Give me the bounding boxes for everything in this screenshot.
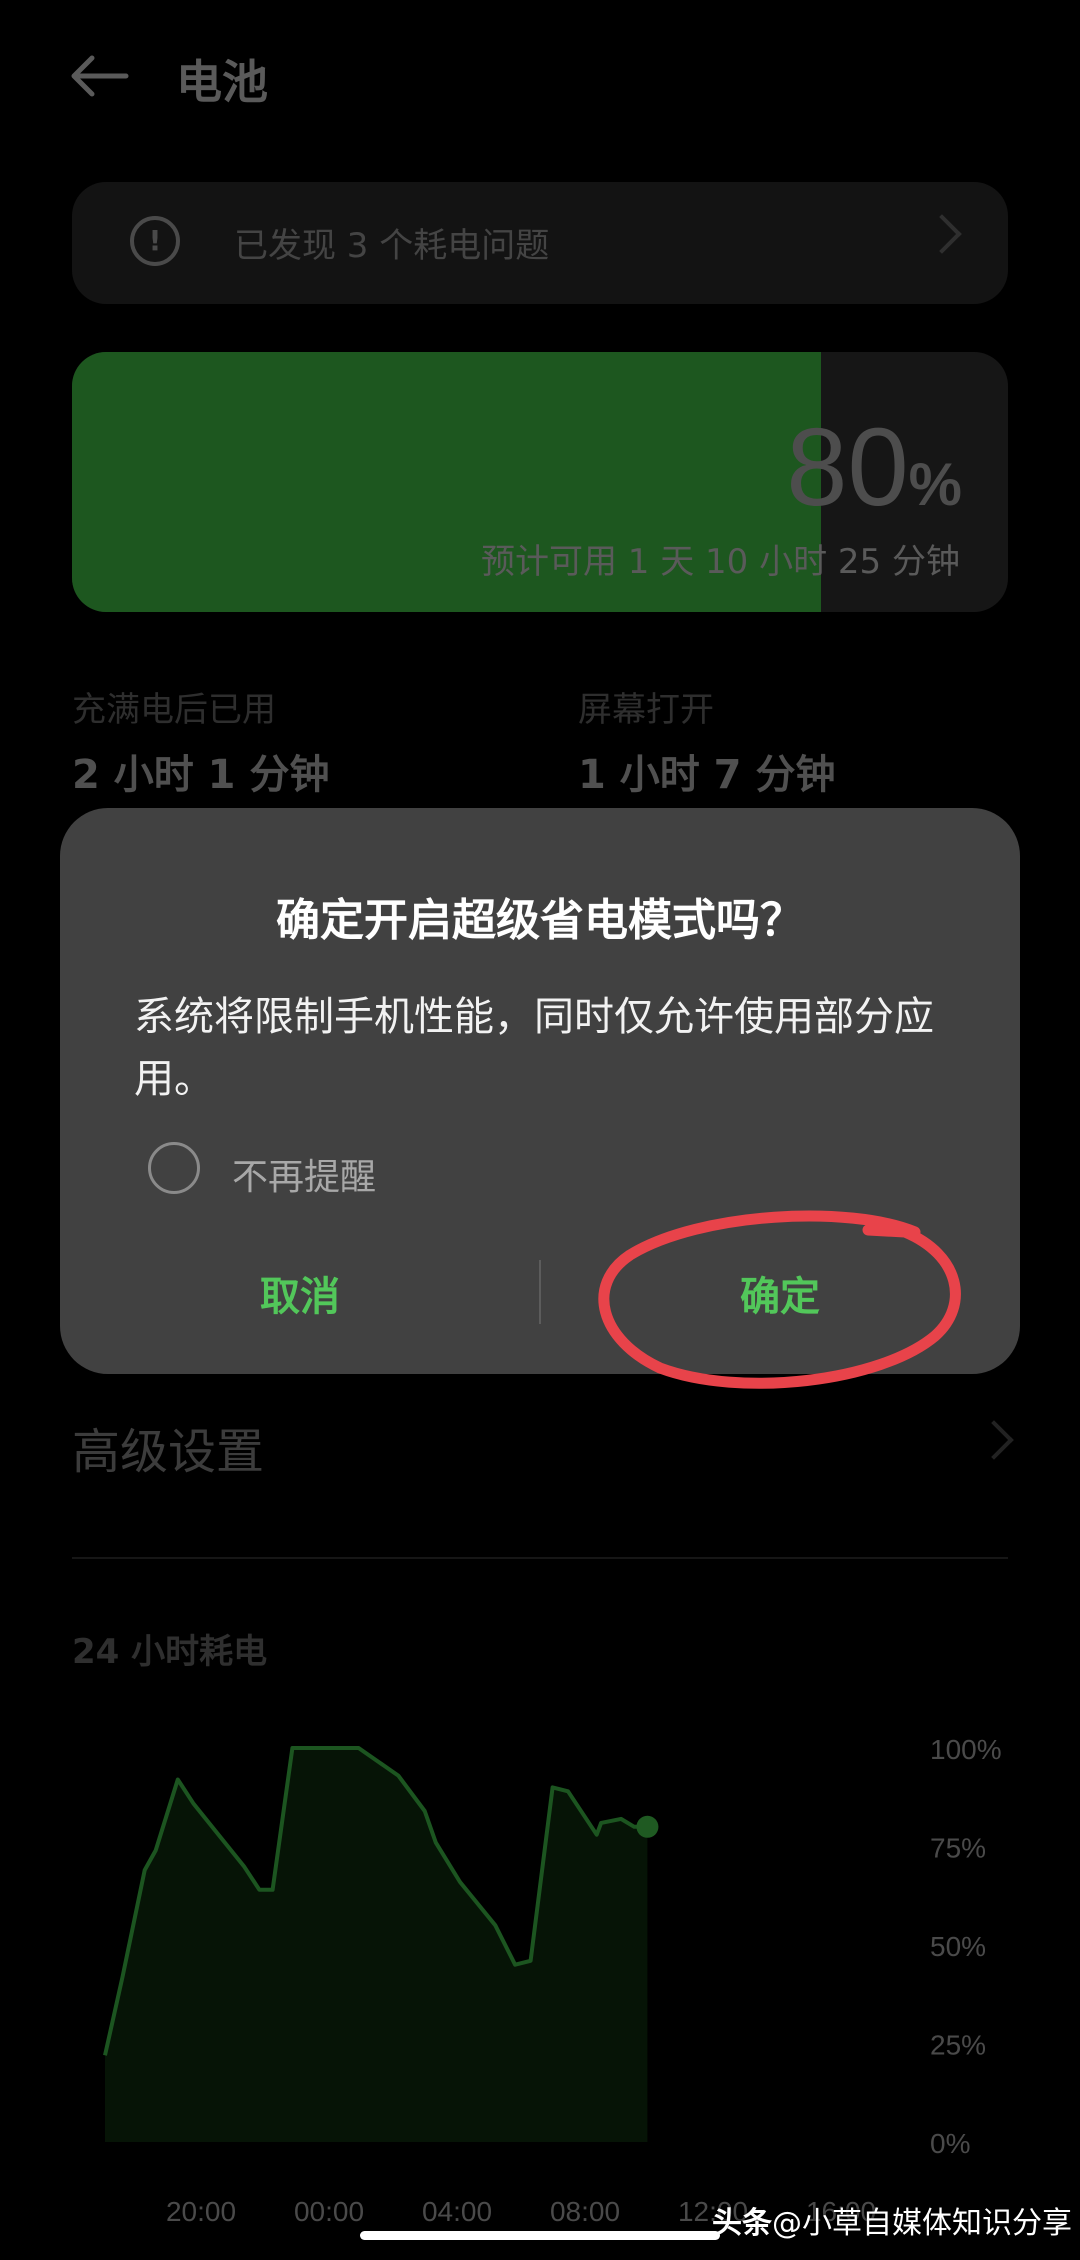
watermark: 头条@小草自媒体知识分享 [712, 2198, 1072, 2242]
watermark-handle: @小草自媒体知识分享 [772, 2206, 1072, 2241]
watermark-brand: 头条 [712, 2206, 772, 2241]
home-indicator[interactable] [360, 2231, 720, 2240]
annotation-circle [598, 1210, 961, 1389]
